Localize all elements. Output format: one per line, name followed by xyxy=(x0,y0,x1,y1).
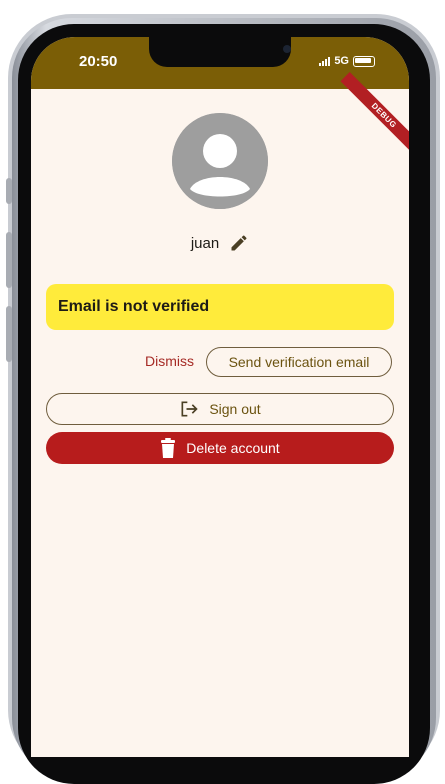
logout-icon xyxy=(181,401,198,417)
dismiss-button[interactable]: Dismiss xyxy=(145,353,194,369)
delete-account-label: Delete account xyxy=(186,440,280,456)
status-icons: 5G xyxy=(319,55,375,67)
network-label: 5G xyxy=(334,55,349,67)
trash-icon xyxy=(161,438,176,458)
camera-icon xyxy=(283,45,291,53)
avatar xyxy=(172,113,268,209)
sign-out-button[interactable]: Sign out xyxy=(46,393,394,425)
person-icon xyxy=(172,113,268,209)
username-row: juan xyxy=(31,233,409,253)
pencil-icon[interactable] xyxy=(229,233,249,253)
battery-icon xyxy=(353,55,375,67)
volume-down-button xyxy=(6,306,12,362)
app-screen: 20:50 5G DEBUG juan Email is not verifie… xyxy=(31,37,409,757)
notch xyxy=(149,37,291,67)
send-verification-email-button[interactable]: Send verification email xyxy=(206,347,392,377)
email-not-verified-banner: Email is not verified xyxy=(46,284,394,330)
signal-icon xyxy=(319,56,331,66)
username-label: juan xyxy=(190,234,220,252)
sign-out-label: Sign out xyxy=(209,401,261,417)
delete-account-button[interactable]: Delete account xyxy=(46,432,394,464)
mute-switch xyxy=(6,178,12,204)
banner-text: Email is not verified xyxy=(58,298,210,315)
volume-up-button xyxy=(6,232,12,288)
status-time: 20:50 xyxy=(79,53,118,70)
